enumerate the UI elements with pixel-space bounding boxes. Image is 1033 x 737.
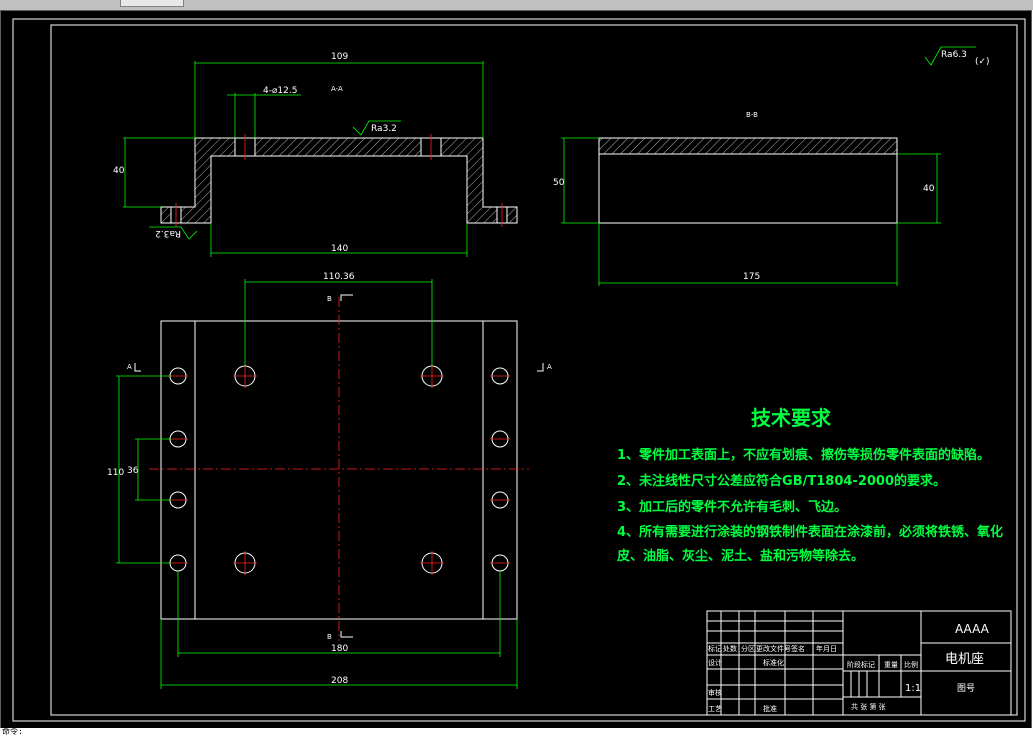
- tb-stage-mark: 阶段标记: [847, 660, 875, 669]
- outer-frame: [12, 18, 1026, 722]
- tech-req-title: 技术要求: [751, 406, 832, 430]
- view-a-dim-height: 40: [113, 166, 125, 176]
- tb-sign: 签名: [791, 644, 805, 653]
- command-prompt: 命令:: [2, 727, 23, 736]
- tb-count: 处数: [723, 644, 737, 653]
- view-b-label: B-B: [746, 111, 758, 119]
- tech-req-item-5: 皮、油脂、灰尘、泥土、盐和污物等除去。: [616, 548, 864, 564]
- tb-zone: 分区: [741, 644, 755, 653]
- view-a-roughness-left: Ra3.2: [155, 228, 181, 238]
- view-a-roughness-top: Ra3.2: [371, 124, 397, 134]
- plan-dim-left-outer: 110: [107, 468, 124, 478]
- view-a-dim-top: 109: [331, 52, 348, 62]
- general-roughness-suffix: (✓): [975, 57, 990, 67]
- tb-approve: 批准: [763, 704, 777, 713]
- tb-sheets: 共 张 第 张: [851, 702, 886, 711]
- plan-section-a-bottom: A: [547, 363, 552, 371]
- tb-drawing-no: 图号: [957, 683, 975, 694]
- command-line[interactable]: [0, 728, 1033, 735]
- tb-date: 年月日: [816, 644, 837, 653]
- cad-canvas[interactable]: Ra6.3 (✓) A-A 109 4-⌀12.5 Ra3.2 40 Ra3.2…: [0, 10, 1032, 732]
- tech-req-item-1: 1、零件加工表面上，不应有划痕、擦伤等损伤零件表面的缺陷。: [617, 447, 990, 463]
- general-roughness-symbol: Ra6.3 (✓): [924, 46, 990, 67]
- section-view-a: A-A 109 4-⌀12.5 Ra3.2 40 Ra3.2 140: [113, 52, 518, 257]
- tb-scale: 1:1: [905, 683, 921, 694]
- view-b-dim-bottom: 175: [743, 272, 760, 282]
- view-b-dim-right: 40: [923, 184, 935, 194]
- view-b-dim-left: 50: [553, 178, 565, 188]
- plan-section-b-top: B: [327, 295, 332, 303]
- tb-design: 设计: [708, 658, 722, 667]
- plan-dim-bottom-outer: 208: [331, 676, 348, 686]
- view-a-dim-holes: 4-⌀12.5: [263, 86, 297, 96]
- plan-section-b-bottom: B: [327, 633, 332, 641]
- view-a-label: A-A: [331, 85, 343, 93]
- view-a-dim-bottom: 140: [331, 244, 348, 254]
- plan-dim-bottom-inner: 180: [331, 644, 348, 654]
- tb-part-name: 电机座: [945, 652, 984, 667]
- tb-weight: 重量: [884, 661, 898, 669]
- section-view-b: B-B 50 40 175: [553, 111, 941, 286]
- plan-dim-top: 110.36: [323, 272, 355, 282]
- tech-req-item-2: 2、未注线性尺寸公差应符合GB/T1804-2000的要求。: [617, 473, 946, 489]
- tb-standardize: 标准化: [763, 658, 784, 667]
- tech-req-item-4: 4、所有需要进行涂装的钢铁制件表面在涂漆前，必须将铁锈、氧化: [617, 524, 1003, 540]
- tech-requirements: 技术要求 1、零件加工表面上，不应有划痕、擦伤等损伤零件表面的缺陷。 2、未注线…: [616, 406, 1003, 564]
- tb-process: 工艺: [708, 705, 722, 713]
- tech-req-item-3: 3、加工后的零件不允许有毛刺、飞边。: [617, 499, 847, 515]
- tb-review: 审核: [708, 688, 722, 697]
- plan-view: 110.36 B B A A 110 36 180 208: [107, 272, 552, 689]
- plan-section-a-top: A: [127, 363, 132, 371]
- tb-mark: 标记: [708, 644, 722, 653]
- drawing-svg: Ra6.3 (✓) A-A 109 4-⌀12.5 Ra3.2 40 Ra3.2…: [12, 18, 1026, 722]
- general-roughness-text: Ra6.3: [941, 50, 967, 60]
- plan-dim-left-inner: 36: [127, 466, 139, 476]
- title-block: 标记 处数 分区 更改文件号 签名 年月日 设计 标准化 阶段标记 重量 比例 …: [706, 610, 1012, 716]
- tb-change-doc: 更改文件号: [756, 644, 791, 653]
- title-bar: [0, 0, 1033, 10]
- tb-company: AAAA: [955, 622, 990, 636]
- window-button[interactable]: [120, 0, 184, 7]
- tb-ratio: 比例: [904, 660, 918, 669]
